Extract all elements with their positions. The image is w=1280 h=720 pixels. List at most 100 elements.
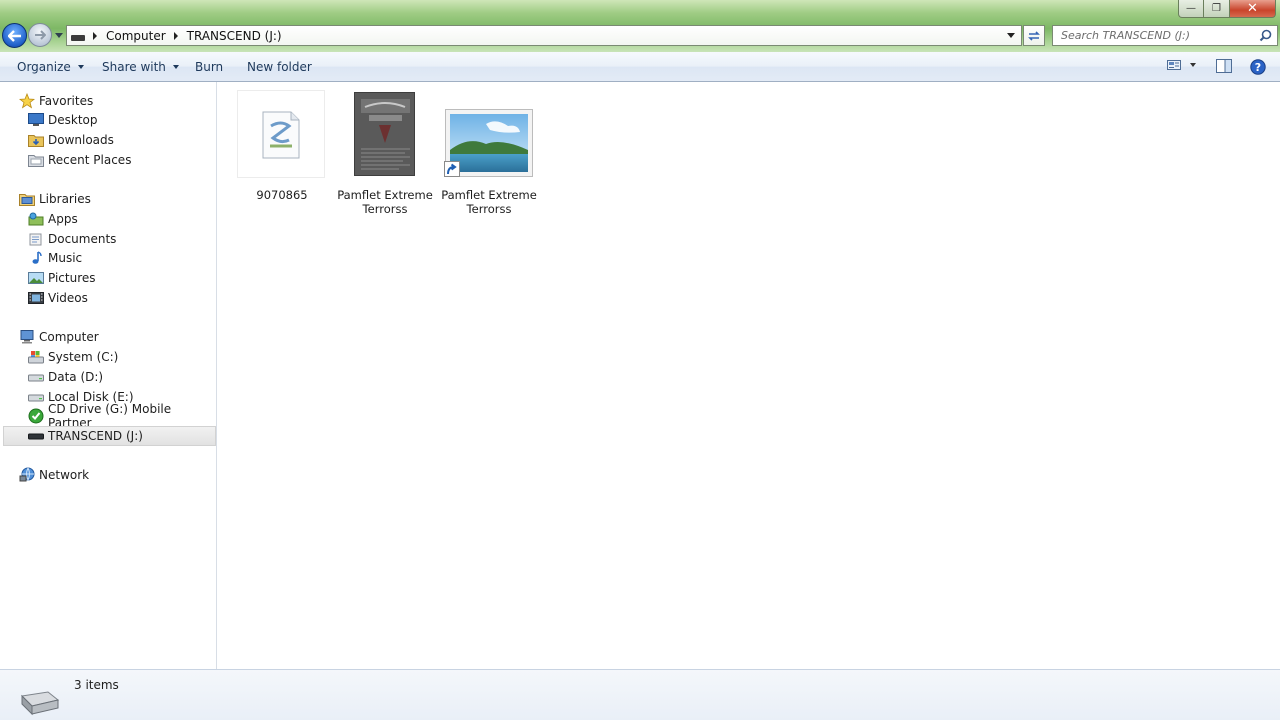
refresh-button[interactable] (1023, 25, 1045, 46)
share-with-label: Share with (102, 60, 166, 74)
recent-pages-dropdown[interactable] (55, 33, 63, 38)
nav-item-data-d[interactable]: Data (D:) (0, 367, 216, 387)
close-icon: ✕ (1247, 1, 1258, 16)
nav-item-documents[interactable]: Documents (0, 229, 216, 249)
search-box[interactable] (1052, 25, 1278, 46)
nav-item-label: Downloads (48, 133, 114, 147)
file-item-pamflet-image[interactable]: Pamflet Extreme Terrorss (337, 90, 433, 216)
restore-icon: ❐ (1212, 3, 1221, 14)
forward-button[interactable] (28, 23, 52, 47)
nav-item-label: Data (D:) (48, 370, 104, 384)
network-icon (19, 467, 35, 483)
nav-item-system-c[interactable]: System (C:) (0, 347, 216, 367)
hard-drive-icon (28, 389, 44, 405)
nav-item-recent-places[interactable]: Recent Places (0, 150, 216, 170)
burn-button[interactable]: Burn (195, 60, 223, 74)
command-bar: Organize Share with Burn New folder ? (0, 52, 1280, 82)
nav-item-label: TRANSCEND (J:) (48, 429, 143, 443)
hard-drive-icon (28, 369, 44, 385)
forward-arrow-icon (35, 30, 46, 40)
search-icon[interactable] (1259, 29, 1272, 42)
nav-computer[interactable]: Computer (0, 327, 216, 347)
chevron-down-icon (77, 65, 84, 69)
usb-drive-icon (28, 428, 44, 444)
video-film-icon (28, 290, 44, 306)
share-with-button[interactable]: Share with (102, 60, 179, 74)
new-folder-label: New folder (247, 60, 312, 74)
poster-thumbnail-icon (355, 93, 414, 175)
nav-item-label: Apps (48, 212, 78, 226)
nav-item-transcend-j[interactable]: TRANSCEND (J:) (3, 426, 216, 446)
maximize-button[interactable]: ❐ (1204, 0, 1230, 18)
nav-item-videos[interactable]: Videos (0, 288, 216, 308)
burn-label: Burn (195, 60, 224, 74)
libraries-icon (19, 191, 35, 207)
close-button[interactable]: ✕ (1230, 0, 1276, 18)
file-item-pamflet-shortcut[interactable]: Pamflet Extreme Terrorss (441, 90, 537, 216)
back-button[interactable] (2, 23, 27, 48)
file-name-line1: Pamflet Extreme (441, 188, 537, 202)
nav-item-pictures[interactable]: Pictures (0, 268, 216, 288)
help-button[interactable]: ? (1250, 59, 1266, 75)
nav-item-label: Pictures (48, 271, 96, 285)
nav-item-label: Music (48, 251, 83, 265)
cd-drive-icon (28, 408, 44, 424)
documents-icon (28, 231, 44, 247)
breadcrumb-computer[interactable]: Computer (106, 29, 166, 43)
apps-library-icon (28, 211, 44, 227)
music-note-icon (28, 250, 44, 266)
nav-item-label: System (C:) (48, 350, 119, 364)
nav-item-apps[interactable]: Apps (0, 209, 216, 229)
star-icon (19, 93, 35, 109)
navigation-pane: Favorites Desktop Downloads Recent Place… (0, 82, 217, 669)
desktop-icon (28, 112, 44, 128)
nav-favorites[interactable]: Favorites (0, 91, 216, 111)
nav-network[interactable]: Network (0, 465, 216, 485)
nav-item-label: Videos (48, 291, 88, 305)
nav-item-label: Documents (48, 232, 117, 246)
new-folder-button[interactable]: New folder (247, 60, 312, 74)
usb-drive-large-icon (20, 691, 60, 716)
breadcrumb-transcend[interactable]: TRANSCEND (J:) (187, 29, 282, 43)
system-drive-icon (28, 349, 44, 365)
file-item-9070865[interactable]: 9070865 (234, 90, 330, 202)
file-thumbnail (354, 92, 415, 176)
nav-item-desktop[interactable]: Desktop (0, 110, 216, 130)
back-arrow-icon (7, 29, 21, 42)
nav-item-label: Desktop (48, 113, 98, 127)
search-input[interactable] (1059, 28, 1259, 43)
view-options-icon (1167, 60, 1181, 70)
breadcrumb-arrow-icon[interactable] (173, 31, 178, 40)
generic-document-icon (262, 111, 300, 159)
organize-button[interactable]: Organize (17, 60, 84, 74)
minimize-button[interactable]: — (1178, 0, 1204, 18)
shortcut-arrow-icon (444, 161, 460, 177)
file-name-line2: Terrorss (362, 202, 408, 216)
chevron-down-icon (172, 65, 179, 69)
file-name: 9070865 (256, 188, 308, 202)
nav-libraries-label: Libraries (39, 192, 91, 206)
nav-item-downloads[interactable]: Downloads (0, 130, 216, 150)
nav-libraries[interactable]: Libraries (0, 189, 216, 209)
chevron-down-icon[interactable] (1190, 63, 1196, 67)
details-pane: 3 items (0, 669, 1280, 720)
file-name-line2: Terrorss (466, 202, 512, 216)
address-bar[interactable]: Computer TRANSCEND (J:) (66, 25, 1022, 46)
nav-favorites-label: Favorites (39, 94, 94, 108)
nav-item-cd-drive-g[interactable]: CD Drive (G:) Mobile Partner (0, 402, 216, 430)
preview-pane-button[interactable] (1216, 59, 1232, 73)
window-controls: — ❐ ✕ (1178, 0, 1276, 18)
file-list-view: 9070865 Pamflet Extreme Terrorss Pamflet… (218, 82, 1280, 669)
refresh-icon (1028, 30, 1040, 41)
nav-item-music[interactable]: Music (0, 248, 216, 268)
breadcrumb-arrow-icon[interactable] (93, 31, 97, 40)
preview-pane-icon (1216, 59, 1232, 73)
address-dropdown-icon[interactable] (1007, 33, 1015, 38)
computer-icon (19, 329, 35, 345)
minimize-icon: — (1186, 3, 1196, 14)
file-name-line1: Pamflet Extreme (337, 188, 433, 202)
pictures-icon (28, 270, 44, 286)
window-title-bar: — ❐ ✕ Computer TRANSCEND (J:) (0, 0, 1280, 52)
change-view-button[interactable] (1167, 59, 1196, 71)
svg-text:?: ? (1255, 61, 1261, 74)
